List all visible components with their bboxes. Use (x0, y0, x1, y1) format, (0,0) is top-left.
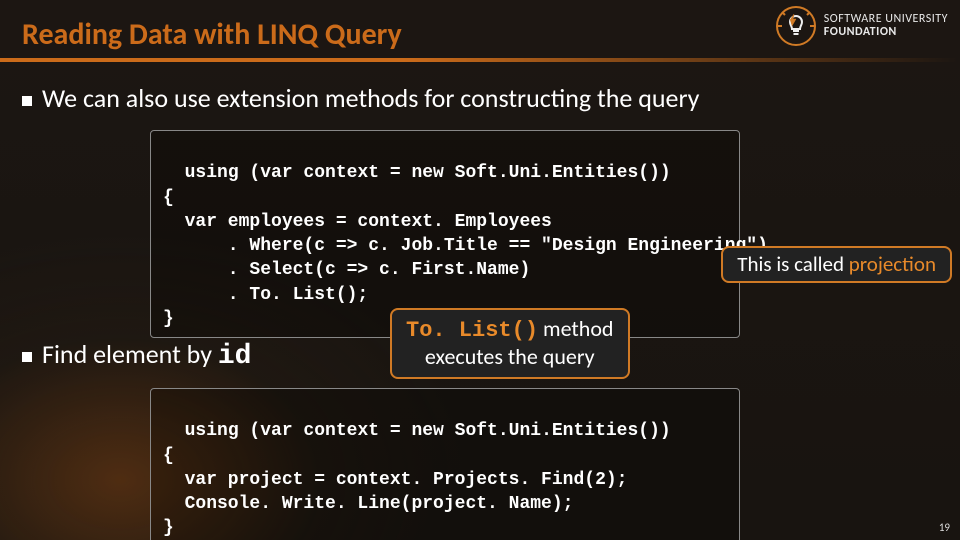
bullet-icon (22, 96, 32, 106)
callout-projection: This is called projection (721, 246, 952, 283)
brand-line2: FOUNDATION (824, 26, 948, 39)
callout-projection-hl: projection (849, 251, 936, 277)
bullet1-post: for constructing the query (418, 82, 699, 114)
brand-logo: SOFTWARE UNIVERSITY FOUNDATION (776, 6, 948, 46)
callout-tolist: To. List() method executes the query (390, 308, 630, 379)
code2-text: using (var context = new Soft.Uni.Entiti… (163, 421, 671, 538)
code1-text: using (var context = new Soft.Uni.Entiti… (163, 163, 768, 329)
bullet1-em: extension methods (217, 82, 419, 114)
brand-text: SOFTWARE UNIVERSITY FOUNDATION (824, 13, 948, 39)
bullet-extension-methods: We can also use extension methods for co… (22, 82, 699, 114)
slide-title: Reading Data with LINQ Query (22, 16, 402, 53)
bullet-text: Find element by id (42, 338, 251, 372)
callout-tolist-line2: executes the query (406, 344, 614, 370)
bullet2-code: id (218, 341, 252, 372)
callout-tolist-line1: To. List() method (406, 316, 614, 344)
callout-projection-pre: This is called (737, 251, 848, 277)
callout-tolist-l1b: method (538, 315, 613, 342)
callout-tolist-code: To. List() (406, 318, 538, 343)
bullet-icon (22, 352, 32, 362)
bullet-find-by-id: Find element by id (22, 338, 251, 372)
bullet2-pre: Find element by (42, 338, 218, 370)
code-block-projects: using (var context = new Soft.Uni.Entiti… (150, 388, 740, 540)
page-number: 19 (939, 521, 950, 534)
lightbulb-icon (776, 6, 816, 46)
bullet-text: We can also use extension methods for co… (42, 82, 699, 114)
bullet1-pre: We can also use (42, 82, 217, 114)
title-underline (0, 58, 960, 62)
